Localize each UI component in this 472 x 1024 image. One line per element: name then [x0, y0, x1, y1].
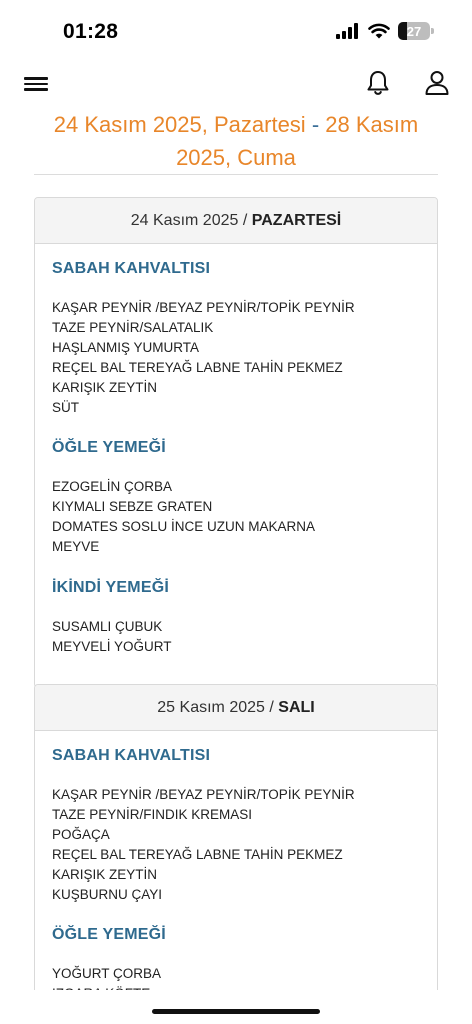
day-card-body: SABAH KAHVALTISI KAŞAR PEYNİR /BEYAZ PEY…: [35, 731, 437, 1014]
status-bar: 01:28 27: [0, 0, 472, 64]
menu-item: KARIŞIK ZEYTİN: [52, 379, 158, 395]
menu-item: KAŞAR PEYNİR /BEYAZ PEYNİR/TOPİK PEYNİR: [52, 787, 355, 802]
meal-breakfast: SABAH KAHVALTISI KAŞAR PEYNİR /BEYAZ PEY…: [52, 747, 420, 904]
date-range-separator: -: [311, 112, 320, 137]
signal-icon: [336, 23, 358, 39]
meal-title: SABAH KAHVALTISI: [52, 260, 211, 277]
day-card-body: SABAH KAHVALTISI KAŞAR PEYNİR /BEYAZ PEY…: [35, 244, 437, 687]
title-divider: [34, 174, 438, 175]
home-indicator[interactable]: [152, 1009, 320, 1014]
menu-item: MEYVELİ YOĞURT: [52, 638, 172, 654]
day-weekday: SALI: [278, 698, 315, 716]
day-slash: /: [242, 211, 248, 229]
menu-item: EZOGELİN ÇORBA: [52, 479, 173, 495]
menu-item: REÇEL BAL TEREYAĞ LABNE TAHİN PEKMEZ: [52, 846, 343, 862]
nav-bar: [0, 64, 472, 104]
menu-item: MEYVE: [52, 539, 100, 555]
day-weekday: PAZARTESİ: [251, 211, 342, 229]
menu-line: [24, 82, 48, 86]
menu-item: KARIŞIK ZEYTİN: [52, 866, 158, 882]
meal-title: ÖĞLE YEMEĞİ: [52, 926, 166, 944]
menu-item: YOĞURT ÇORBA: [52, 966, 162, 982]
wifi-icon: [368, 23, 390, 39]
menu-item: SÜT: [52, 399, 79, 415]
bottom-safe-area: [0, 990, 472, 1024]
menu-item: KUŞBURNU ÇAYI: [52, 886, 163, 902]
meal-title: İKİNDİ YEMEĞİ: [52, 579, 169, 597]
day-card-header: 25 Kasım 2025 / SALI: [35, 685, 437, 731]
meal-title: SABAH KAHVALTISI: [52, 747, 211, 764]
battery-fill: [398, 22, 407, 40]
status-icons: 27: [336, 22, 434, 40]
meal-title: ÖĞLE YEMEĞİ: [52, 439, 166, 457]
menu-item: SUSAMLI ÇUBUK: [52, 619, 163, 635]
menu-item: KIYMALI SEBZE GRATEN: [52, 499, 213, 515]
menu-item: POĞAÇA: [52, 826, 110, 842]
menu-item: DOMATES SOSLU İNCE UZUN MAKARNA: [52, 519, 316, 535]
meal-afternoon: İKİNDİ YEMEĞİ SUSAMLI ÇUBUK MEYVELİ YOĞU…: [52, 579, 420, 657]
battery-icon: 27: [398, 22, 434, 40]
date-range-start: 24 Kasım 2025, Pazartesi: [53, 112, 306, 137]
day-slash: /: [269, 698, 274, 716]
battery-level: 27: [406, 23, 422, 39]
bell-icon[interactable]: [366, 69, 390, 97]
menu-item: TAZE PEYNİR/FINDIK KREMASI: [52, 806, 253, 822]
menu-item: REÇEL BAL TEREYAĞ LABNE TAHİN PEKMEZ: [52, 359, 343, 375]
battery-cap: [431, 28, 434, 34]
menu-item: TAZE PEYNİR/SALATALIK: [52, 319, 214, 335]
day-card-header: 24 Kasım 2025 / PAZARTESİ: [35, 198, 437, 244]
page-title: 24 Kasım 2025, Pazartesi - 28 Kasım 2025…: [0, 108, 472, 174]
day-card-monday: 24 Kasım 2025 / PAZARTESİ SABAH KAHVALTI…: [34, 197, 438, 688]
meal-breakfast: SABAH KAHVALTISI KAŞAR PEYNİR /BEYAZ PEY…: [52, 260, 420, 417]
hamburger-menu-icon[interactable]: [24, 74, 48, 94]
menu-line: [24, 88, 48, 91]
menu-line: [24, 77, 48, 80]
status-time: 01:28: [63, 20, 119, 43]
day-card-tuesday: 25 Kasım 2025 / SALI SABAH KAHVALTISI KA…: [34, 684, 438, 1014]
day-date: 25 Kasım 2025: [157, 698, 265, 716]
menu-item: KAŞAR PEYNİR /BEYAZ PEYNİR/TOPİK PEYNİR: [52, 300, 355, 315]
meal-lunch: ÖĞLE YEMEĞİ EZOGELİN ÇORBA KIYMALI SEBZE…: [52, 439, 420, 557]
menu-item: HAŞLANMIŞ YUMURTA: [52, 339, 200, 355]
day-date: 24 Kasım 2025: [130, 211, 239, 229]
user-icon[interactable]: [424, 69, 450, 97]
